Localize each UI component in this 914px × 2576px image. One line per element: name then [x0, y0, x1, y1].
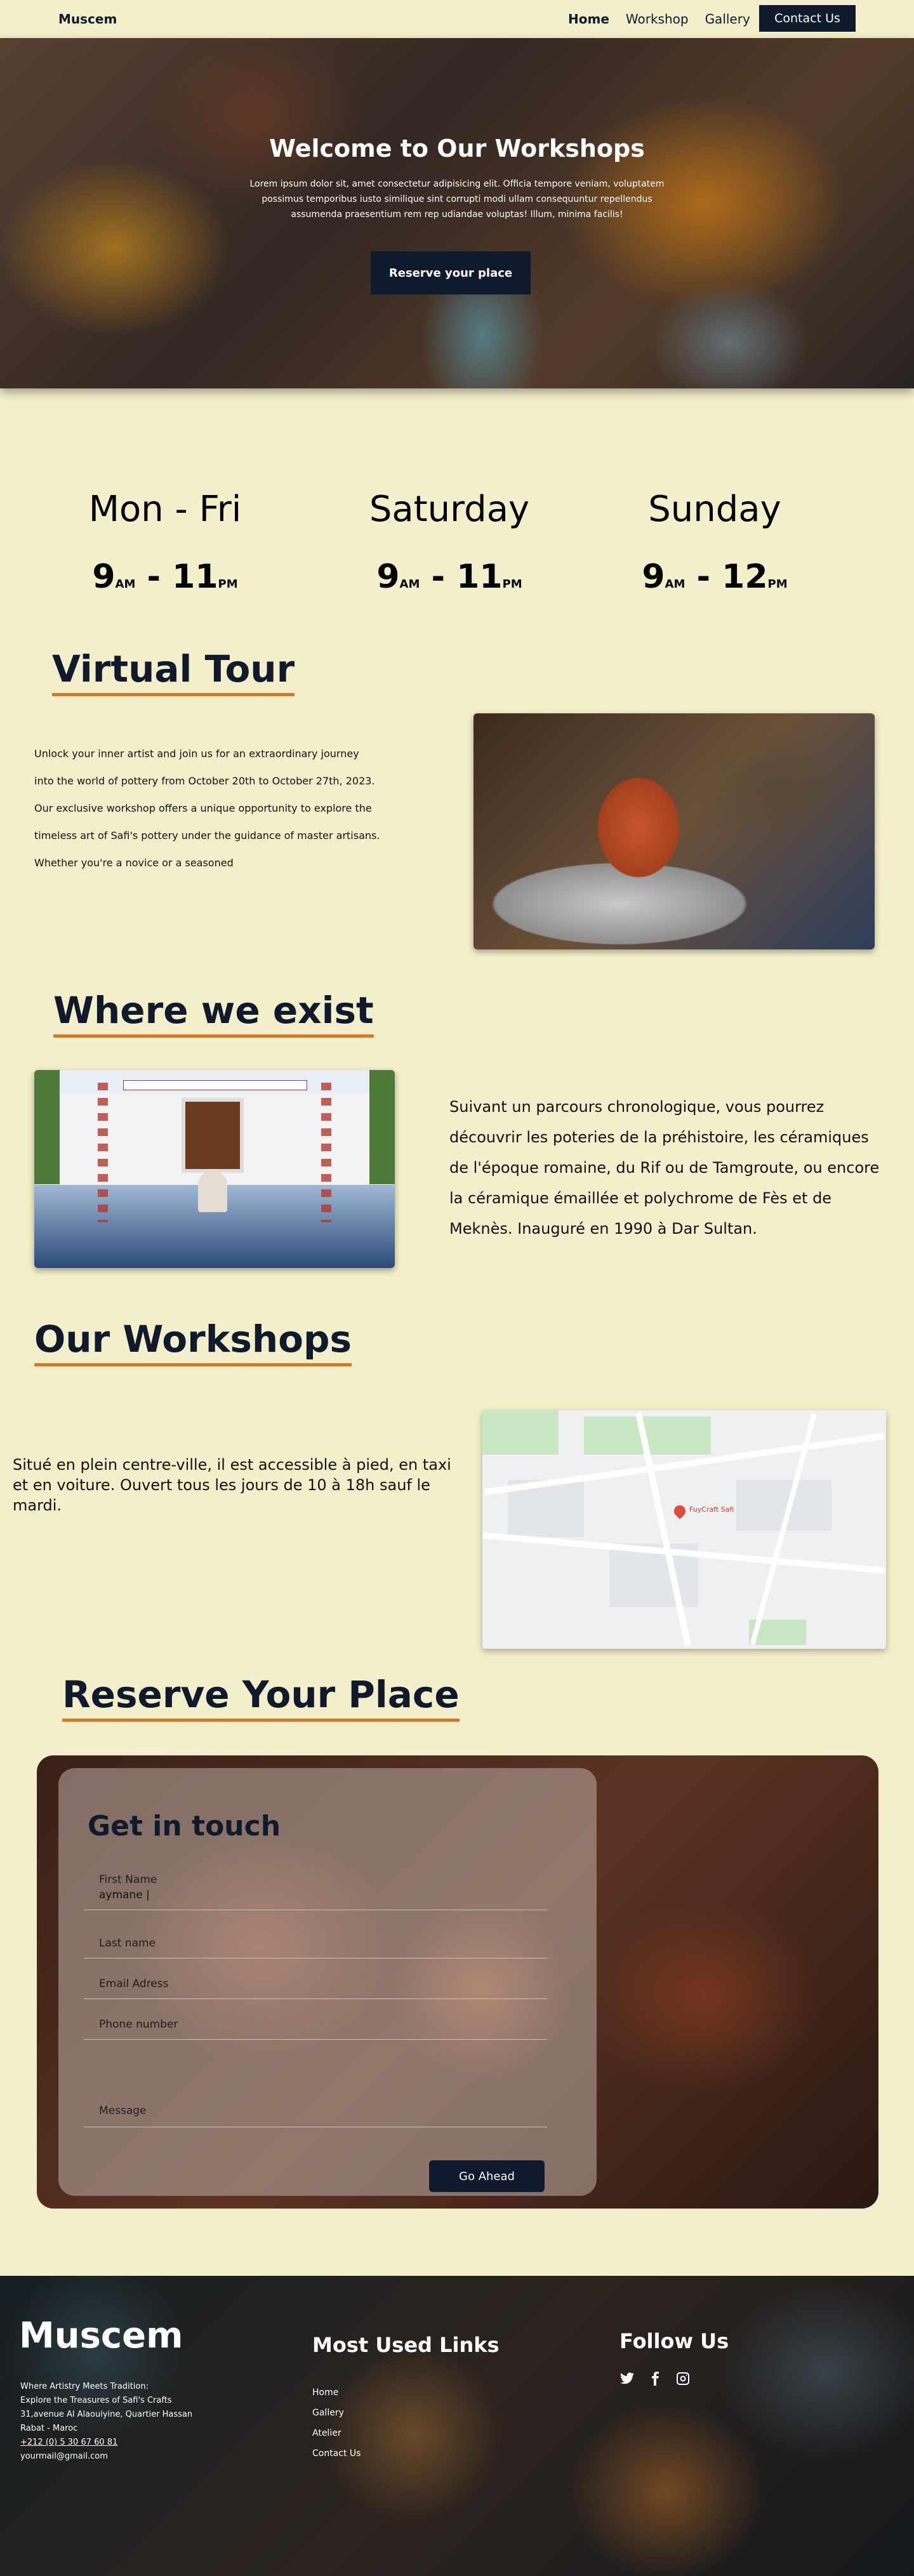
field-label: Last name	[99, 1937, 156, 1950]
reserve-your-place-title: Reserve Your Place	[62, 1673, 460, 1722]
follow-us-title: Follow Us	[619, 2329, 729, 2353]
our-workshops-text: Situé en plein centre-ville, il est acce…	[13, 1456, 451, 1514]
schedule-sunday: Sunday 9AM - 12PM	[581, 489, 848, 596]
footer-address: 31,avenue Al Alaouiyine, Quartier Hassan	[20, 2410, 193, 2419]
location-map[interactable]: FuyCraft Safi	[482, 1410, 886, 1649]
tile-pattern	[98, 1083, 108, 1222]
tile-pattern	[321, 1083, 331, 1222]
virtual-tour-text: Unlock your inner artist and join us for…	[34, 748, 380, 869]
museum-door	[182, 1098, 244, 1173]
footer-city: Rabat - Maroc	[20, 2424, 78, 2433]
facebook-icon[interactable]	[647, 2371, 663, 2386]
where-we-exist-text: Suivant un parcours chronologique, vous …	[449, 1098, 880, 1238]
where-we-exist-title: Where we exist	[53, 989, 374, 1038]
hero-banner: Welcome to Our Workshops Lorem ipsum dol…	[0, 38, 914, 388]
footer-contact-info: Where Artistry Meets Tradition: Explore …	[20, 2380, 192, 2464]
footer-link-home[interactable]: Home	[312, 2382, 361, 2403]
pottery-wheel-photo	[474, 713, 875, 949]
field-label: Phone number	[99, 2018, 178, 2031]
museum-sign	[123, 1080, 307, 1090]
twitter-icon[interactable]	[619, 2371, 635, 2386]
footer-phone[interactable]: +212 (0) 5 30 67 60 81	[20, 2436, 192, 2450]
our-workshops-title: Our Workshops	[34, 1318, 352, 1366]
brand-logo[interactable]: Muscem	[58, 11, 117, 27]
email-field[interactable]: Email Adress	[84, 1978, 547, 1999]
schedule-day: Saturday	[369, 489, 530, 530]
hero-text: Lorem ipsum dolor sit, amet consectetur …	[249, 179, 665, 220]
virtual-tour-title: Virtual Tour	[52, 647, 295, 696]
field-label: Email Adress	[99, 1978, 169, 1990]
schedule-hours: 9AM - 12PM	[642, 558, 788, 596]
footer-tagline: Explore the Treasures of Safi's Crafts	[20, 2396, 172, 2405]
footer-tagline: Where Artistry Meets Tradition:	[20, 2382, 149, 2391]
footer: Muscem Where Artistry Meets Tradition: E…	[0, 2276, 914, 2576]
nav-links: Home Workshop Gallery	[568, 11, 750, 27]
schedule-hours: 9AM - 11PM	[92, 558, 238, 596]
schedule-hours: 9AM - 11PM	[376, 558, 522, 596]
schedule-day: Sunday	[648, 489, 781, 530]
hero-title: Welcome to Our Workshops	[269, 135, 645, 162]
first-name-field[interactable]: First Name aymane |	[84, 1873, 547, 1910]
footer-links: Home Gallery Atelier Contact Us	[312, 2382, 361, 2464]
reserve-your-place-button[interactable]: Reserve your place	[371, 251, 531, 294]
footer-links-title: Most Used Links	[312, 2333, 500, 2357]
social-links	[619, 2371, 691, 2386]
map-park	[482, 1410, 559, 1455]
message-field[interactable]: Message	[84, 2104, 547, 2127]
top-navbar: Muscem Home Workshop Gallery Contact Us	[0, 0, 914, 38]
field-value[interactable]: aymane |	[84, 1889, 547, 1901]
museum-photo	[34, 1070, 395, 1268]
instagram-icon[interactable]	[675, 2371, 691, 2386]
nav-link-gallery[interactable]: Gallery	[705, 11, 750, 27]
schedule-day: Mon - Fri	[88, 489, 242, 530]
field-label: Message	[99, 2104, 147, 2117]
contact-us-button[interactable]: Contact Us	[759, 5, 856, 32]
contact-form: Get in touch First Name aymane | Last na…	[58, 1768, 597, 2196]
phone-number-field[interactable]: Phone number	[84, 2018, 547, 2040]
schedule-saturday: Saturday 9AM - 11PM	[316, 489, 583, 596]
footer-link-atelier[interactable]: Atelier	[312, 2423, 361, 2443]
footer-brand: Muscem	[19, 2315, 183, 2356]
go-ahead-button[interactable]: Go Ahead	[429, 2160, 545, 2192]
last-name-field[interactable]: Last name	[84, 1937, 547, 1958]
footer-email[interactable]: yourmail@gmail.com	[20, 2450, 192, 2464]
nav-link-workshop[interactable]: Workshop	[626, 11, 689, 27]
schedule-weekdays: Mon - Fri 9AM - 11PM	[32, 489, 298, 596]
footer-link-contact-us[interactable]: Contact Us	[312, 2443, 361, 2464]
map-pin-label: FuyCraft Safi	[689, 1505, 734, 1514]
map-pin-icon[interactable]	[672, 1503, 688, 1519]
tree-shape	[369, 1070, 395, 1184]
form-title: Get in touch	[88, 1810, 281, 1842]
museum-fountain	[198, 1172, 227, 1212]
nav-link-home[interactable]: Home	[568, 11, 609, 27]
reservation-section: Get in touch First Name aymane | Last na…	[37, 1755, 878, 2209]
footer-link-gallery[interactable]: Gallery	[312, 2403, 361, 2423]
field-label: First Name	[99, 1873, 157, 1886]
tree-shape	[34, 1070, 60, 1184]
